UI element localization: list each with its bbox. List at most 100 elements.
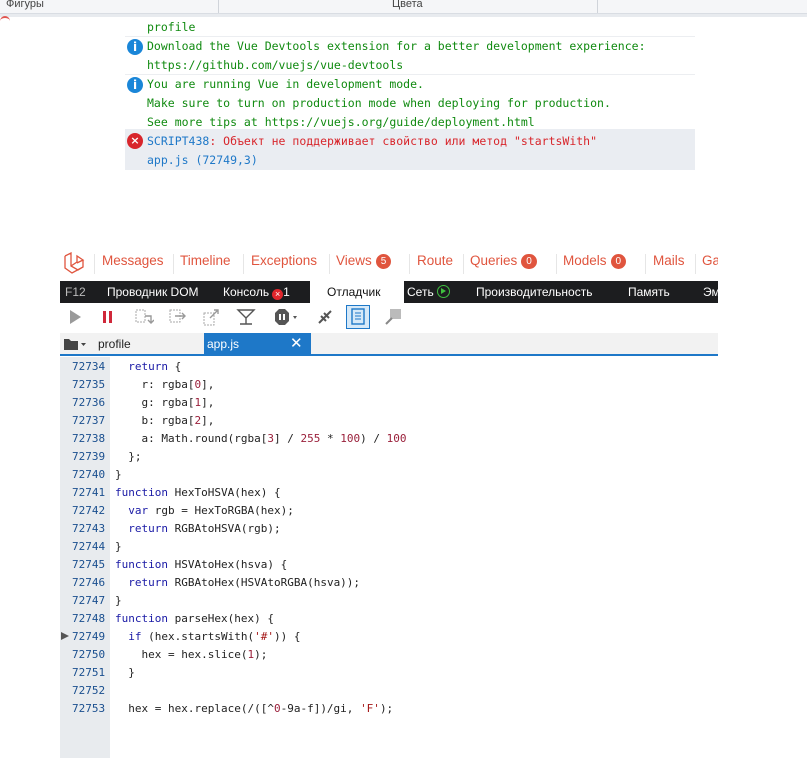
- debugbar-divider: [463, 254, 464, 274]
- f12-label: F12: [65, 285, 86, 299]
- line-number[interactable]: 72748: [72, 612, 105, 625]
- column-divider: [597, 0, 598, 13]
- debugbar-divider: [243, 254, 244, 274]
- just-my-code-icon[interactable]: [383, 307, 403, 327]
- console-line: Make sure to turn on production mode whe…: [147, 96, 611, 110]
- folder-icon[interactable]: [63, 337, 87, 351]
- step-out-icon[interactable]: [202, 307, 222, 327]
- error-icon: ×: [127, 133, 143, 149]
- tab-debugger[interactable]: Отладчик: [327, 285, 380, 299]
- code-line: g: rgba[1],: [115, 396, 215, 409]
- debugbar-divider: [409, 254, 410, 274]
- code-line: return RGBAtoHSVA(rgb);: [128, 522, 281, 535]
- queries-badge: 0: [521, 254, 537, 269]
- line-number[interactable]: 72747: [72, 594, 105, 607]
- models-label: Models: [563, 253, 607, 268]
- line-number[interactable]: 72753: [72, 702, 105, 715]
- file-tabs: profile app.js ✕: [60, 333, 718, 356]
- code-editor[interactable]: 72734 return {72735 r: rgba[0], 72736 g: …: [60, 357, 718, 758]
- step-into-icon[interactable]: [134, 307, 154, 327]
- tab-dom-explorer[interactable]: Проводник DOM: [107, 285, 199, 299]
- error-count: 1: [283, 285, 290, 299]
- column-divider: [218, 0, 219, 13]
- line-number[interactable]: 72745: [72, 558, 105, 571]
- code-line: }: [115, 594, 122, 607]
- line-number[interactable]: 72734: [72, 360, 105, 373]
- code-line: if (hex.startsWith('#')) {: [128, 630, 301, 643]
- line-number[interactable]: 72741: [72, 486, 105, 499]
- debugbar-exceptions[interactable]: Exceptions: [251, 253, 317, 268]
- debugbar-gate[interactable]: Ga: [702, 253, 718, 268]
- debugbar-messages[interactable]: Messages: [102, 253, 164, 268]
- line-number[interactable]: 72737: [72, 414, 105, 427]
- debugbar-route[interactable]: Route: [417, 253, 453, 268]
- debugbar-views[interactable]: Views 5: [336, 253, 392, 269]
- code-line: return RGBAtoHex(HSVAtoRGBA(hsva));: [128, 576, 361, 589]
- step-over-icon[interactable]: [168, 307, 188, 327]
- line-number[interactable]: 72750: [72, 648, 105, 661]
- tab-memory[interactable]: Память: [628, 285, 670, 299]
- current-statement-arrow-icon: [61, 632, 69, 640]
- views-label: Views: [336, 253, 372, 268]
- laravel-logo-icon[interactable]: [63, 252, 85, 274]
- console-divider: [125, 74, 695, 75]
- console-line: profile: [147, 20, 196, 34]
- line-number[interactable]: 72744: [72, 540, 105, 553]
- debugbar-divider: [556, 254, 557, 274]
- console-line: Download the Vue Devtools extension for …: [147, 39, 646, 53]
- exception-behavior-icon[interactable]: [272, 307, 300, 327]
- debugbar-queries[interactable]: Queries 0: [470, 253, 537, 269]
- debugger-toolbar: [60, 304, 718, 330]
- column-header-figures[interactable]: Фигуры: [6, 0, 44, 10]
- close-tab-icon[interactable]: ✕: [290, 334, 303, 352]
- debugbar-divider: [329, 254, 330, 274]
- debugbar-divider: [94, 254, 95, 274]
- line-number[interactable]: 72738: [72, 432, 105, 445]
- page-edge-mark: [0, 16, 10, 24]
- tab-emulation[interactable]: Эм: [703, 285, 718, 299]
- line-number[interactable]: 72749: [72, 630, 105, 643]
- line-number[interactable]: 72746: [72, 576, 105, 589]
- code-line: a: Math.round(rgba[3] / 255 * 100) / 100: [115, 432, 407, 445]
- tab-console[interactable]: Консоль × 1: [223, 285, 290, 300]
- code-line: function HexToHSVA(hex) {: [115, 486, 281, 499]
- console-link[interactable]: https://github.com/vuejs/vue-devtools: [147, 58, 403, 72]
- pretty-print-toggle[interactable]: [346, 305, 370, 329]
- error-text: : Объект не поддерживает свойство или ме…: [209, 134, 598, 148]
- code-line: function parseHex(hex) {: [115, 612, 274, 625]
- line-number[interactable]: 72739: [72, 450, 105, 463]
- error-code[interactable]: SCRIPT438: [147, 134, 209, 148]
- line-number[interactable]: 72751: [72, 666, 105, 679]
- error-location-link[interactable]: app.js (72749,3): [147, 153, 258, 167]
- file-tab-profile[interactable]: profile: [98, 337, 131, 351]
- line-number[interactable]: 72752: [72, 684, 105, 697]
- column-header-colors[interactable]: Цвета: [392, 0, 423, 10]
- table-header: Фигуры Цвета: [0, 0, 807, 14]
- debugbar-mails[interactable]: Mails: [653, 253, 685, 268]
- file-tab-app-js[interactable]: app.js ✕: [204, 333, 311, 354]
- debugbar-divider: [645, 254, 646, 274]
- line-number[interactable]: 72740: [72, 468, 105, 481]
- line-number[interactable]: 72742: [72, 504, 105, 517]
- tab-performance[interactable]: Производительность: [476, 285, 592, 299]
- code-line: hex = hex.replace(/([^0-9a-f])/gi, 'F');: [115, 702, 394, 715]
- line-number[interactable]: 72736: [72, 396, 105, 409]
- debugbar: Messages Timeline Exceptions Views 5 Rout…: [60, 250, 718, 278]
- console-line: You are running Vue in development mode.: [147, 77, 424, 91]
- pause-icon[interactable]: [98, 307, 118, 327]
- line-number[interactable]: 72735: [72, 378, 105, 391]
- pretty-print-icon: [351, 308, 365, 325]
- tab-network[interactable]: Сеть: [407, 285, 450, 299]
- code-line: function HSVAtoHex(hsva) {: [115, 558, 288, 571]
- line-number[interactable]: 72743: [72, 522, 105, 535]
- code-line: b: rgba[2],: [115, 414, 215, 427]
- debugbar-divider: [173, 254, 174, 274]
- disable-breakpoints-icon[interactable]: [315, 307, 335, 327]
- error-message: SCRIPT438: Объект не поддерживает свойст…: [147, 134, 597, 148]
- tab-network-label: Сеть: [407, 285, 434, 299]
- debugbar-models[interactable]: Models 0: [563, 253, 627, 269]
- debugbar-timeline[interactable]: Timeline: [180, 253, 231, 268]
- break-on-new-worker-icon[interactable]: [236, 307, 256, 327]
- info-icon: i: [127, 77, 143, 93]
- continue-icon[interactable]: [65, 307, 85, 327]
